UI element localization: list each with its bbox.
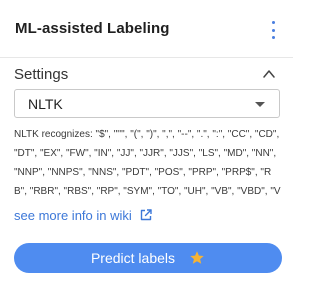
chevron-up-icon[interactable] [262,67,276,81]
kebab-dot [271,28,275,32]
kebab-dot [271,36,275,39]
kebab-dot [271,21,275,24]
wiki-link[interactable]: see more info in wiki [14,205,153,225]
header-divider [0,57,293,58]
model-select-value: NLTK [28,96,63,112]
wiki-link-text[interactable]: see more info in wiki [14,208,132,223]
settings-label: Settings [14,66,69,83]
predict-labels-label: Predict labels [90,250,176,266]
model-tags-description: NLTK recognizes: "$", "''", "(", ")", ",… [14,129,281,197]
predict-labels-button[interactable]: Predict labels [14,243,282,273]
external-link-icon[interactable] [139,208,153,222]
panel-header: ML-assisted Labeling [15,19,283,41]
ml-labeling-panel: ML-assisted Labeling Settings NLTK NLTK … [0,0,293,285]
caret-down-icon [255,102,265,107]
settings-section-header[interactable]: Settings [14,64,279,86]
more-vertical-icon[interactable] [269,21,277,39]
star-icon [190,251,204,264]
panel-title: ML-assisted Labeling [15,20,170,37]
model-select[interactable]: NLTK [14,89,280,118]
